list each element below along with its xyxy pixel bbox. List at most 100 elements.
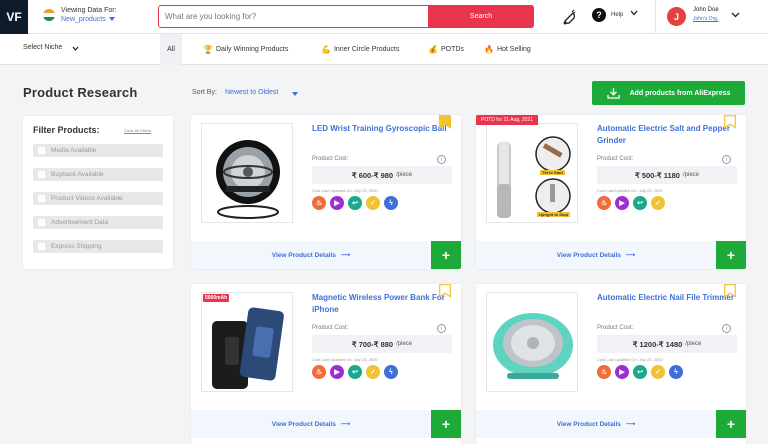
view-product-details-link[interactable]: View Product Details ⟶ — [191, 410, 431, 438]
check-icon[interactable]: ✓ — [651, 365, 665, 379]
chevron-down-icon[interactable] — [630, 10, 638, 16]
filter-buyback-available[interactable]: Buyback Available — [33, 168, 163, 181]
sort-select[interactable]: Newest to Oldest — [225, 89, 278, 96]
fire-icon[interactable]: ♨ — [597, 196, 611, 210]
tab-label: POTDs — [440, 46, 464, 53]
caret-down-icon[interactable] — [292, 92, 298, 96]
user-org-link[interactable]: John's Org. — [693, 16, 718, 22]
select-niche-dropdown[interactable]: Select Niche — [23, 44, 62, 51]
tab-label: Daily Winning Products — [215, 46, 289, 53]
play-icon[interactable]: ▶ — [330, 196, 344, 210]
play-icon[interactable]: ▶ — [615, 365, 629, 379]
product-image[interactable] — [201, 292, 293, 392]
fire-icon[interactable]: ♨ — [312, 196, 326, 210]
viewing-data-select[interactable]: New_products — [61, 16, 106, 23]
cost-label: Product Cost: — [312, 156, 349, 162]
checkbox[interactable] — [38, 147, 45, 154]
card-footer: View Product Details ⟶ + — [191, 241, 461, 269]
view-details-label: View Product Details — [271, 420, 336, 428]
info-icon[interactable]: i — [437, 155, 446, 164]
arrow-right-icon: ⟶ — [625, 252, 636, 259]
cost-label: Product Cost: — [312, 325, 349, 331]
help-icon[interactable]: ? — [592, 8, 606, 22]
cost-updated: Cost Last Updated On: July 23, 2020 — [597, 188, 663, 193]
cost-label: Product Cost: — [597, 156, 634, 162]
bookmark-icon[interactable] — [439, 284, 451, 298]
bolt-icon[interactable]: ϟ — [384, 365, 398, 379]
tab-label: Hot Selling — [496, 46, 531, 53]
price-unit: /piece — [396, 172, 413, 178]
add-product-button[interactable]: + — [716, 241, 746, 269]
add-from-aliexpress-button[interactable]: Add products from AliExpress — [592, 81, 745, 105]
info-icon[interactable]: i — [437, 324, 446, 333]
filter-product-videos[interactable]: Product Videos Available — [33, 192, 163, 205]
chevron-down-icon[interactable] — [731, 12, 740, 18]
tab-all[interactable]: All — [160, 34, 182, 65]
check-icon[interactable]: ✓ — [651, 196, 665, 210]
app-logo[interactable]: VF — [0, 0, 28, 34]
bookmark-icon[interactable] — [439, 115, 451, 129]
search-button[interactable]: Search — [428, 5, 534, 28]
product-title[interactable]: LED Wrist Training Gyroscopic Ball — [312, 123, 452, 135]
niche-tabs-bar: Select Niche All 🏆 Daily Winning Products… — [0, 34, 768, 65]
return-icon[interactable]: ↩ — [348, 365, 362, 379]
return-icon[interactable]: ↩ — [633, 196, 647, 210]
product-title[interactable]: Automatic Electric Salt and Pepper Grind… — [597, 123, 737, 146]
help-label[interactable]: Help — [611, 12, 623, 18]
view-details-label: View Product Details — [271, 251, 336, 259]
product-image[interactable] — [486, 292, 578, 392]
check-icon[interactable]: ✓ — [366, 365, 380, 379]
search-input[interactable] — [165, 6, 425, 27]
return-icon[interactable]: ↩ — [348, 196, 362, 210]
view-product-details-link[interactable]: View Product Details ⟶ — [476, 241, 716, 269]
checkbox[interactable] — [38, 243, 45, 250]
checkbox[interactable] — [38, 171, 45, 178]
bookmark-icon[interactable] — [724, 284, 736, 298]
view-details-label: View Product Details — [556, 420, 621, 428]
fire-icon[interactable]: ♨ — [597, 365, 611, 379]
add-product-button[interactable]: + — [431, 410, 461, 438]
tab-hot-selling[interactable]: 🔥 Hot Selling — [484, 45, 531, 54]
play-icon[interactable]: ▶ — [330, 365, 344, 379]
product-title[interactable]: Magnetic Wireless Power Bank For iPhone — [312, 292, 452, 315]
price-unit: /piece — [685, 341, 702, 347]
price: ₹ 500-₹ 1180 — [634, 170, 680, 180]
play-icon[interactable]: ▶ — [615, 196, 629, 210]
bolt-icon[interactable]: ϟ — [669, 365, 683, 379]
caret-down-icon[interactable] — [109, 17, 115, 21]
filter-express-shipping[interactable]: Express Shipping — [33, 240, 163, 253]
fire-icon[interactable]: ♨ — [312, 365, 326, 379]
tab-potds[interactable]: 💰 POTDs — [428, 45, 464, 54]
product-title[interactable]: Automatic Electric Nail File Trimmer — [597, 292, 737, 304]
cost-label: Product Cost: — [597, 325, 634, 331]
clear-filters-link[interactable]: Clear All Filters — [124, 128, 151, 133]
checkbox[interactable] — [38, 195, 45, 202]
bell-icon[interactable] — [560, 8, 578, 26]
cost-updated: Cost Last Updated On: July 23, 2020 — [312, 188, 378, 193]
product-image[interactable] — [201, 123, 293, 223]
product-card: 5000mAh Magnetic Wireless Power Bank For… — [191, 284, 461, 444]
chevron-down-icon[interactable] — [72, 46, 79, 51]
filter-advertisement-data[interactable]: Advertisement Data — [33, 216, 163, 229]
card-footer: View Product Details ⟶ + — [476, 410, 746, 438]
info-icon[interactable]: i — [722, 155, 731, 164]
filter-media-available[interactable]: Media Available — [33, 144, 163, 157]
view-product-details-link[interactable]: View Product Details ⟶ — [476, 410, 716, 438]
arrow-right-icon: ⟶ — [625, 421, 636, 428]
potd-ribbon: POTD for 21 Aug, 2021 — [476, 115, 538, 125]
checkbox[interactable] — [38, 219, 45, 226]
avatar[interactable]: J — [667, 7, 686, 26]
check-icon[interactable]: ✓ — [366, 196, 380, 210]
return-icon[interactable]: ↩ — [633, 365, 647, 379]
tab-daily-winning-products[interactable]: 🏆 Daily Winning Products — [203, 45, 288, 54]
add-product-button[interactable]: + — [716, 410, 746, 438]
view-product-details-link[interactable]: View Product Details ⟶ — [191, 241, 431, 269]
cost-updated: Cost Last Updated On: July 23, 2020 — [312, 357, 378, 362]
user-name[interactable]: John Doe — [693, 7, 719, 13]
info-icon[interactable]: i — [722, 324, 731, 333]
add-product-button[interactable]: + — [431, 241, 461, 269]
bookmark-icon[interactable] — [724, 115, 736, 129]
bolt-icon[interactable]: ϟ — [384, 196, 398, 210]
image-caption-upright: Upright to Stop — [537, 212, 571, 217]
tab-inner-circle-products[interactable]: 💪 Inner Circle Products — [321, 45, 399, 54]
